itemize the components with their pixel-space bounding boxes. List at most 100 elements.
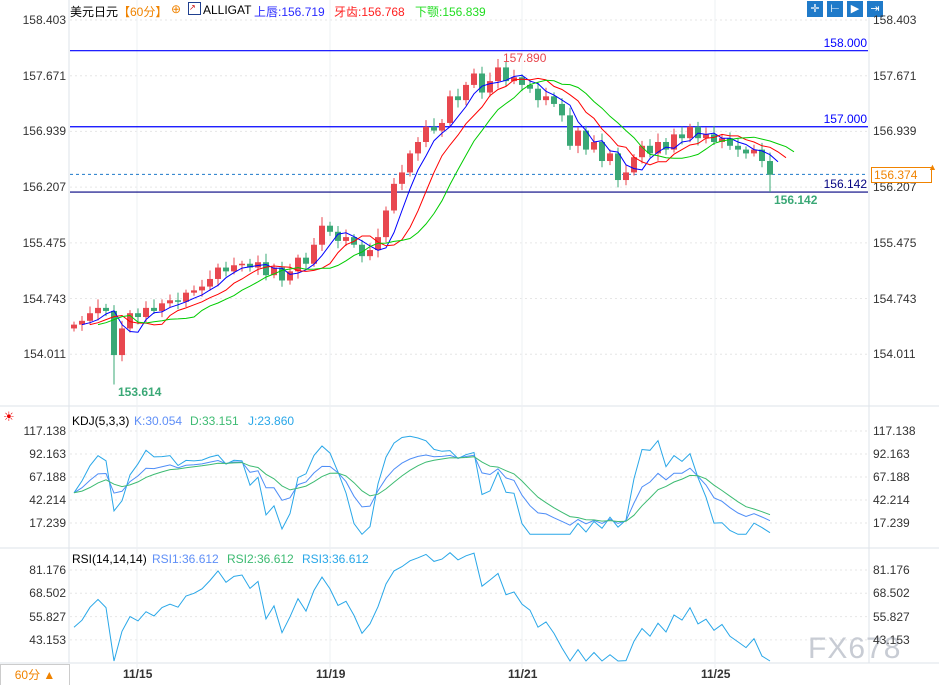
candle-body [559,103,565,116]
settings-sun-icon[interactable]: ☀ [3,409,15,425]
candle-body [479,73,485,93]
rsi-tick-right: 43.153 [873,632,910,647]
price-line-label: 157.000 [823,111,867,126]
price-tick-left: 158.403 [22,13,66,27]
rsi1: RSI1:36.612 [152,552,219,566]
kdj-j-line [73,435,771,536]
zoom-range-icon[interactable]: ⊢ [827,1,843,17]
kdj-tick-left: 42.214 [29,492,66,507]
current-price-badge: 156.374 [871,167,933,184]
candle-body [767,161,773,175]
price-tick-left: 156.939 [22,124,66,139]
candle-body [95,307,101,314]
price-tick-left: 156.207 [22,180,66,195]
candle-body [71,324,77,329]
candle-body [535,88,541,101]
chart-window[interactable]: 美元日元 【60分】 ⊕ ↗ ALLIGAT 上唇:156.719 牙齿:156… [0,0,939,685]
candle-body [391,183,397,211]
price-tick-right: 154.011 [873,347,916,362]
candle-body [319,225,325,245]
rsi-tick-left: 68.502 [29,586,66,601]
candle-body [519,77,525,85]
candle-body [407,153,413,173]
candle-body [735,145,741,150]
candle-body [447,96,453,123]
candle-body [695,126,701,139]
current-price-arrow-icon: ▲ [928,162,937,173]
candle-body [327,225,333,232]
add-indicator-icon[interactable]: ⊕ [171,2,181,16]
kdj-tick-right: 17.239 [873,515,910,530]
candle-body [687,126,693,139]
candle-body [575,130,581,146]
candle-body [671,134,677,150]
candle-body [543,96,549,101]
candle-body [303,257,309,264]
price-tick-right: 154.743 [873,291,917,306]
price-tick-right: 157.671 [873,68,917,83]
candle-body [143,307,149,318]
price-tick-right: 158.403 [873,13,917,27]
price-line-label: 158.000 [823,35,867,50]
candle-body [463,84,469,101]
candle-body [239,263,245,266]
candle-body [191,290,197,293]
candle-body [471,73,477,85]
candle-body [167,300,173,304]
rsi-tick-left: 81.176 [29,563,66,577]
candle-body [455,96,461,101]
candle-body [175,300,181,302]
candle-body [159,303,165,311]
candle-body [599,141,605,162]
kdj-k: K:30.054 [134,414,183,428]
recent-low-marker: 156.142 [774,193,818,208]
candle-body [215,267,221,279]
play-icon[interactable]: ▶ [847,1,863,17]
candle-body [551,96,557,104]
indicator-icon[interactable]: ↗ [188,2,201,15]
rsi-tick-left: 43.153 [29,632,66,647]
candle-body [615,153,621,181]
candle-body [135,313,141,318]
chart-canvas[interactable] [0,0,939,685]
price-line-label: 156.142 [823,177,867,192]
candle-body [207,278,213,287]
crosshair-icon[interactable]: ✛ [807,1,823,17]
price-tick-left: 157.671 [22,68,66,83]
price-tick-right: 155.475 [873,235,917,250]
candle-body [567,115,573,146]
candle-body [631,157,637,173]
rsi-tick-right: 81.176 [873,563,910,577]
rsi3: RSI3:36.612 [302,552,369,566]
price-tick-left: 154.011 [23,347,67,362]
kdj-tick-left: 67.188 [29,470,66,484]
indicator-name: ALLIGAT [203,3,252,17]
kdj-tick-right: 42.214 [873,492,910,507]
period-button[interactable]: 60分 ▲ [0,664,70,685]
candle-body [591,141,597,150]
candle-body [311,244,317,264]
price-tick-right: 156.939 [873,124,917,139]
kdj-tick-left: 117.138 [23,424,67,438]
kdj-tick-right: 67.188 [873,470,910,484]
kdj-j: J:23.860 [248,414,295,428]
candle-body [367,250,373,257]
price-tick-left: 155.475 [22,235,66,250]
date-tick: 11/21 [508,667,538,681]
lips-value: 上唇:156.719 [254,5,325,19]
candle-body [439,122,445,131]
rsi2: RSI2:36.612 [227,552,294,566]
teeth-value: 牙齿:156.768 [334,5,405,19]
candle-body [623,172,629,181]
candle-body [743,149,749,154]
rsi-line [73,552,771,662]
date-tick: 11/19 [316,667,346,681]
candle-body [711,134,717,142]
candle-body [151,307,157,311]
candle-body [231,265,237,272]
kdj-tick-right: 117.138 [873,424,916,438]
candle-body [679,134,685,139]
symbol-title: 美元日元 [70,5,119,19]
kdj-tick-right: 92.163 [873,447,910,461]
kdj-tick-left: 17.239 [29,515,66,530]
